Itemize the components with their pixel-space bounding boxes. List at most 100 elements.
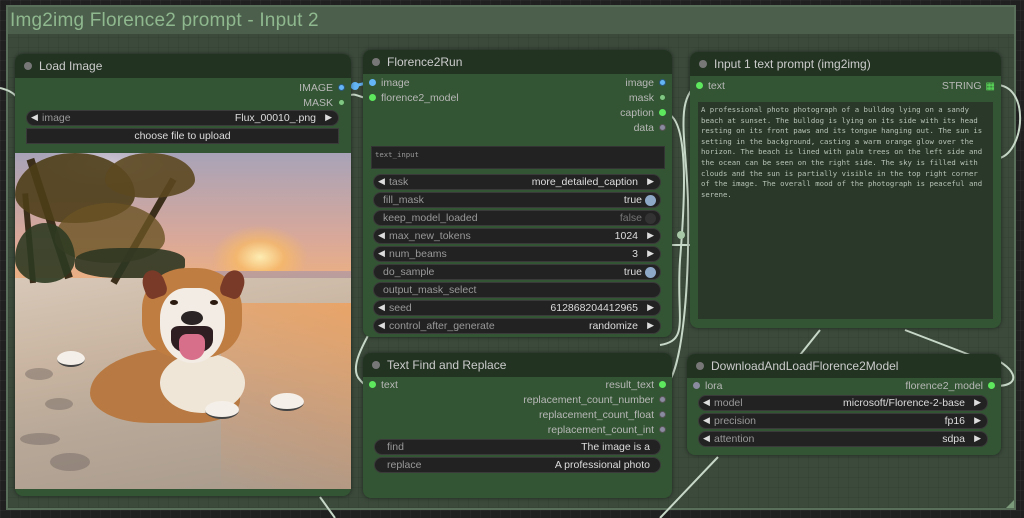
slot-label: mask	[628, 92, 654, 104]
arrow-right-icon[interactable]: ▶	[325, 112, 332, 123]
input-slot-lora[interactable]: lora	[693, 380, 723, 395]
slot-dot-icon[interactable]	[659, 410, 666, 418]
do-sample-toggle[interactable]: do_sample true	[373, 264, 661, 280]
image-select[interactable]: ◀ image Flux_00010_.png ▶	[26, 110, 339, 126]
toggle-on-knob[interactable]	[645, 267, 656, 278]
slot-label: result_text	[605, 379, 654, 391]
output-slot-caption[interactable]: caption	[620, 107, 666, 122]
input-slot-text[interactable]: text	[696, 80, 725, 95]
node-find-replace[interactable]: Text Find and Replace text result_text r…	[363, 353, 672, 498]
upload-button[interactable]: choose file to upload	[26, 128, 339, 144]
slot-dot-icon[interactable]	[659, 395, 666, 403]
output-slot-mask[interactable]: mask	[629, 92, 666, 107]
widget-label: task	[389, 176, 409, 188]
output-slot-image[interactable]: image	[625, 77, 666, 92]
arrow-left-icon[interactable]: ◀	[378, 176, 385, 187]
arrow-right-icon[interactable]: ▶	[974, 397, 981, 408]
node-florence2run[interactable]: Florence2Run image florence2_model image…	[363, 50, 672, 337]
slot-label: text	[708, 80, 725, 92]
arrow-left-icon[interactable]: ◀	[703, 415, 710, 426]
control-after-generate-select[interactable]: ◀ control_after_generate randomize ▶	[373, 318, 661, 334]
arrow-right-icon[interactable]: ▶	[974, 415, 981, 426]
slot-dot-icon[interactable]	[338, 98, 345, 106]
string-grid-icon[interactable]: ▦	[986, 81, 995, 92]
output-slot-replacement-count-int[interactable]: replacement_count_int	[548, 424, 666, 439]
collapse-dot[interactable]	[372, 58, 380, 66]
arrow-left-icon[interactable]: ◀	[378, 320, 385, 331]
output-slot-string[interactable]: STRING ▦	[942, 80, 995, 95]
output-slot-replacement-count-number[interactable]: replacement_count_number	[523, 394, 666, 409]
node-header[interactable]: DownloadAndLoadFlorence2Model	[687, 354, 1001, 378]
slot-dot-icon[interactable]	[369, 380, 376, 388]
slot-dot-icon[interactable]	[659, 380, 666, 388]
node-header[interactable]: Florence2Run	[363, 50, 672, 74]
max-new-tokens-number[interactable]: ◀ max_new_tokens 1024 ▶	[373, 228, 661, 244]
arrow-left-icon[interactable]: ◀	[378, 248, 385, 259]
output-slot-image[interactable]: IMAGE	[299, 82, 345, 97]
find-field[interactable]: find The image is a	[374, 439, 661, 455]
slot-dot-icon[interactable]	[338, 83, 345, 91]
widget-value: microsoft/Florence-2-base	[843, 397, 965, 409]
slot-label: replacement_count_int	[547, 424, 654, 436]
node-download-load-florence2-model[interactable]: DownloadAndLoadFlorence2Model lora flore…	[687, 354, 1001, 455]
slot-dot-icon[interactable]	[659, 93, 666, 101]
widget-label: seed	[389, 302, 412, 314]
arrow-right-icon[interactable]: ▶	[647, 248, 654, 259]
arrow-right-icon[interactable]: ▶	[647, 176, 654, 187]
slot-label: text	[381, 379, 398, 391]
text-input-field[interactable]: text_input	[371, 146, 665, 169]
replace-field[interactable]: replace A professional photo	[374, 457, 661, 473]
arrow-right-icon[interactable]: ▶	[647, 302, 654, 313]
slot-dot-icon[interactable]	[693, 381, 700, 389]
output-slot-result-text[interactable]: result_text	[606, 379, 666, 394]
keep-model-loaded-toggle[interactable]: keep_model_loaded false	[373, 210, 661, 226]
slot-dot-icon[interactable]	[988, 381, 995, 389]
toggle-off-knob[interactable]	[645, 213, 656, 224]
toggle-on-knob[interactable]	[645, 195, 656, 206]
slot-dot-icon[interactable]	[696, 81, 703, 89]
slot-dot-icon[interactable]	[659, 425, 666, 433]
output-mask-select-field[interactable]: output_mask_select	[373, 282, 661, 298]
arrow-right-icon[interactable]: ▶	[647, 230, 654, 241]
slot-dot-icon[interactable]	[659, 123, 666, 131]
arrow-left-icon[interactable]: ◀	[378, 230, 385, 241]
output-slot-data[interactable]: data	[634, 122, 666, 137]
collapse-dot[interactable]	[699, 60, 707, 68]
input-slot-florence2-model[interactable]: florence2_model	[369, 92, 459, 107]
seed-number[interactable]: ◀ seed 612868204412965 ▶	[373, 300, 661, 316]
num-beams-number[interactable]: ◀ num_beams 3 ▶	[373, 246, 661, 262]
output-slot-replacement-count-float[interactable]: replacement_count_float	[539, 409, 666, 424]
input-slot-image[interactable]: image	[369, 77, 410, 92]
arrow-left-icon[interactable]: ◀	[703, 397, 710, 408]
arrow-right-icon[interactable]: ▶	[974, 433, 981, 444]
arrow-left-icon[interactable]: ◀	[703, 433, 710, 444]
collapse-dot[interactable]	[372, 361, 380, 369]
model-select[interactable]: ◀ model microsoft/Florence-2-base ▶	[698, 395, 988, 411]
slot-dot-icon[interactable]	[369, 78, 376, 86]
collapse-dot[interactable]	[24, 62, 32, 70]
fill-mask-toggle[interactable]: fill_mask true	[373, 192, 661, 208]
slot-dot-icon[interactable]	[659, 78, 666, 86]
node-load-image[interactable]: Load Image IMAGE MASK ◀ image Flux_00010…	[15, 54, 351, 496]
arrow-right-icon[interactable]: ▶	[647, 320, 654, 331]
task-select[interactable]: ◀ task more_detailed_caption ▶	[373, 174, 661, 190]
precision-select[interactable]: ◀ precision fp16 ▶	[698, 413, 988, 429]
group-title-bar[interactable]: Img2img Florence2 prompt - Input 2	[8, 7, 1014, 34]
arrow-left-icon[interactable]: ◀	[31, 112, 38, 123]
input-slot-text[interactable]: text	[369, 379, 398, 394]
group-resize-handle[interactable]	[1006, 500, 1014, 508]
node-text-prompt[interactable]: Input 1 text prompt (img2img) text STRIN…	[690, 52, 1001, 328]
widget-label: find	[387, 441, 404, 453]
collapse-dot[interactable]	[696, 362, 704, 370]
arrow-left-icon[interactable]: ◀	[378, 302, 385, 313]
attention-select[interactable]: ◀ attention sdpa ▶	[698, 431, 988, 447]
node-header[interactable]: Input 1 text prompt (img2img)	[690, 52, 1001, 76]
slot-dot-icon[interactable]	[659, 108, 666, 116]
text-input-placeholder: text_input	[375, 150, 419, 159]
preview-footprint	[20, 433, 60, 445]
node-header[interactable]: Text Find and Replace	[363, 353, 672, 377]
output-slot-florence2-model[interactable]: florence2_model	[905, 380, 995, 395]
slot-dot-icon[interactable]	[369, 93, 376, 101]
node-header[interactable]: Load Image	[15, 54, 351, 78]
prompt-textarea[interactable]: A professional photo photograph of a bul…	[698, 102, 993, 319]
